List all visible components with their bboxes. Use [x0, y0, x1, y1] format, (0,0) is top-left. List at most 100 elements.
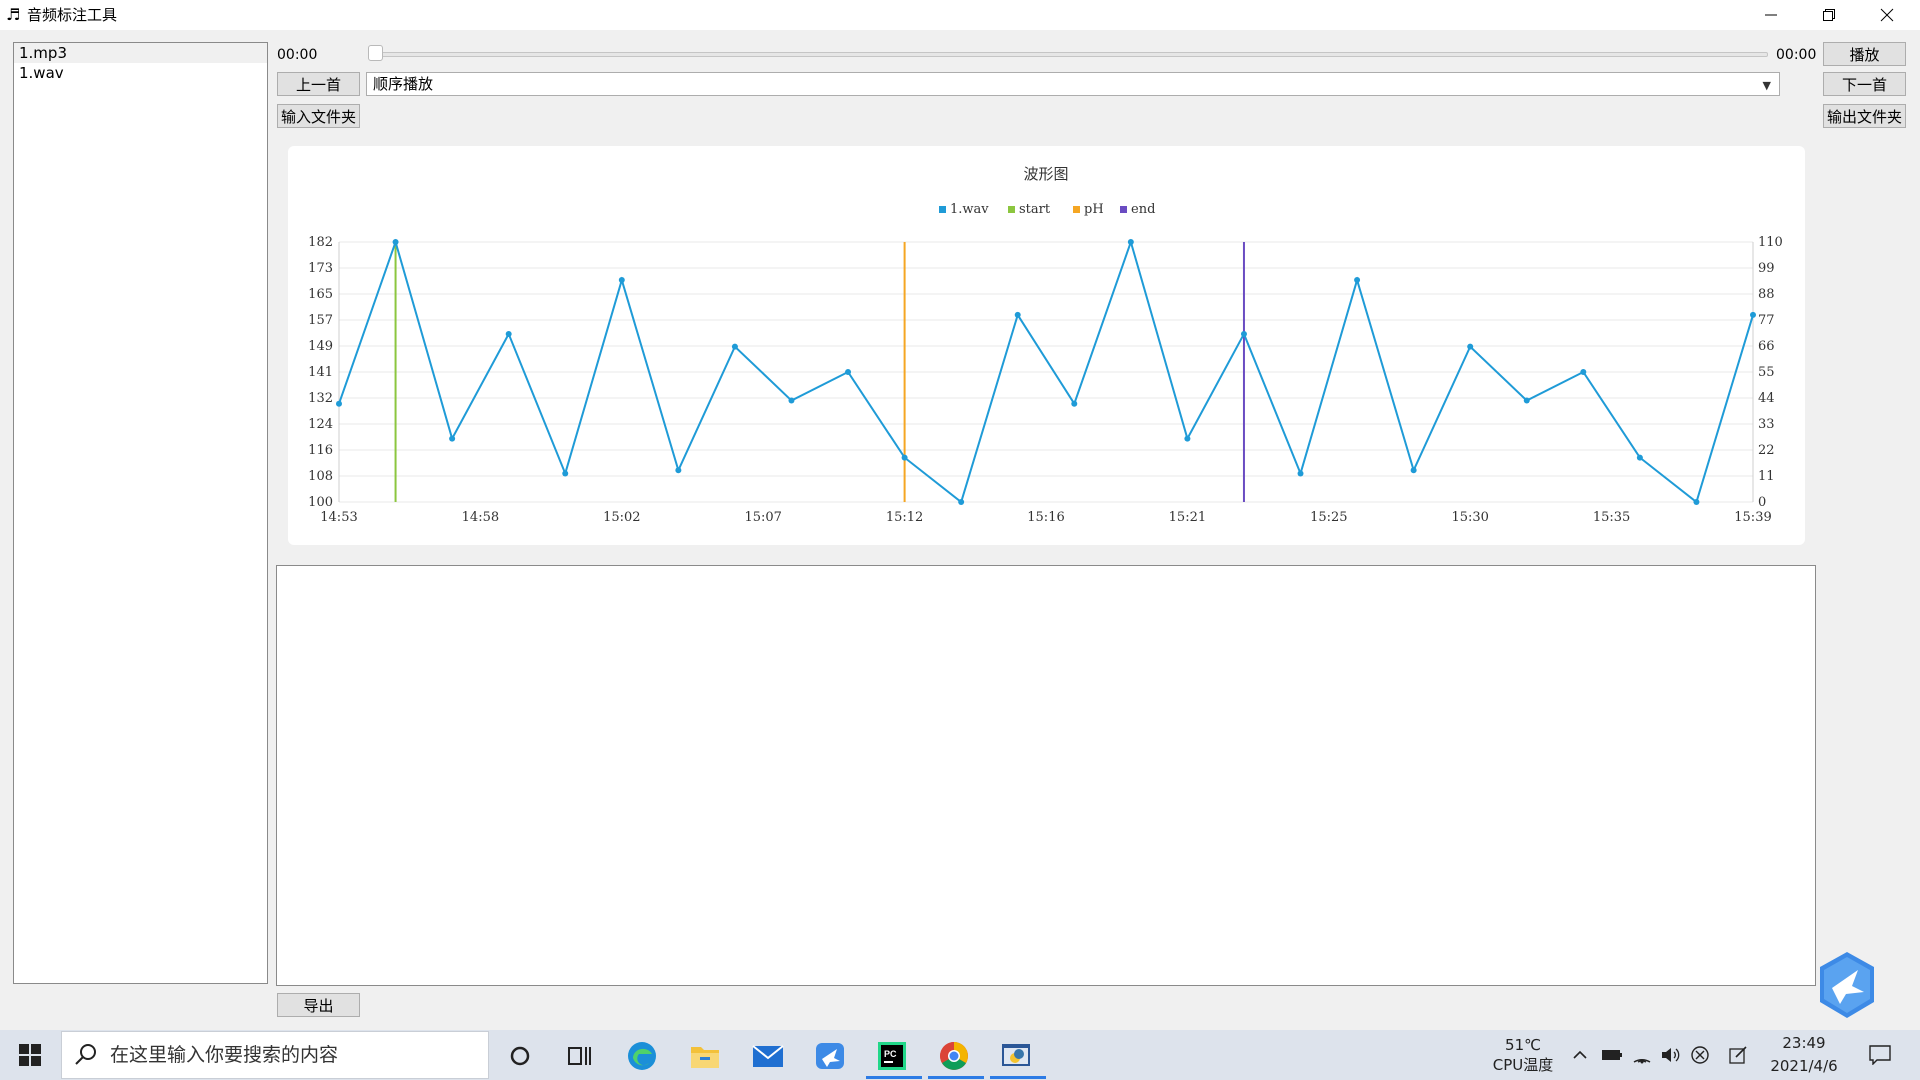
- data-point: [1297, 470, 1304, 477]
- data-point: [1127, 239, 1134, 245]
- legend-marker: [1073, 206, 1080, 213]
- data-point: [788, 397, 795, 404]
- legend-marker: [1008, 206, 1015, 213]
- input-folder-button[interactable]: 输入文件夹: [277, 104, 360, 128]
- data-point: [562, 470, 569, 477]
- y-left-tick-label: 124: [308, 417, 333, 432]
- windows-start-icon[interactable]: [19, 1044, 41, 1066]
- data-point: [505, 330, 512, 337]
- mail-icon[interactable]: [752, 1040, 784, 1072]
- chart-title: 波形图: [1023, 165, 1068, 183]
- file-explorer-icon[interactable]: [689, 1040, 721, 1072]
- play-button[interactable]: 播放: [1823, 42, 1906, 66]
- restore-button[interactable]: [1800, 0, 1858, 30]
- y-left-tick-label: 116: [308, 443, 333, 458]
- minimize-icon: [1765, 14, 1777, 16]
- y-left-tick-label: 173: [308, 261, 333, 276]
- legend-label: start: [1019, 202, 1051, 217]
- clock-time: 23:49: [1782, 1034, 1826, 1052]
- next-track-button[interactable]: 下一首: [1823, 72, 1906, 96]
- play-mode-value: 顺序播放: [373, 75, 434, 93]
- x-tick-label: 15:39: [1734, 510, 1771, 525]
- y-right-tick-label: 44: [1758, 391, 1775, 406]
- y-right-tick-label: 88: [1758, 287, 1775, 302]
- progress-slider-handle[interactable]: [368, 45, 383, 61]
- file-list-item[interactable]: 1.wav: [14, 63, 267, 83]
- feishu-bird-icon[interactable]: [814, 1040, 846, 1072]
- wifi-icon[interactable]: [1632, 1045, 1652, 1065]
- waveform-chart-svg: 波形图 1.wav start pH end 100 0 108 11 116 22 124 33 132…: [308, 165, 1783, 525]
- data-point: [1750, 311, 1756, 318]
- x-tick-label: 15:16: [1027, 510, 1064, 525]
- y-right-tick-label: 55: [1758, 365, 1775, 380]
- legend-marker: [939, 206, 946, 213]
- x-tick-label: 15:30: [1451, 510, 1488, 525]
- chevron-up-icon[interactable]: [1572, 1047, 1588, 1063]
- data-point: [675, 467, 682, 474]
- x-tick-label: 14:58: [462, 510, 499, 525]
- output-folder-button[interactable]: 输出文件夹: [1823, 104, 1906, 128]
- x-tick-label: 15:25: [1310, 510, 1347, 525]
- export-button[interactable]: 导出: [277, 993, 360, 1017]
- dropdown-arrow-icon: ▼: [1762, 79, 1771, 92]
- close-button[interactable]: [1858, 0, 1916, 30]
- music-note-icon: ♬: [6, 5, 21, 24]
- minimize-button[interactable]: [1742, 0, 1800, 30]
- pen-edit-icon[interactable]: [1728, 1045, 1748, 1065]
- file-list[interactable]: 1.mp3 1.wav: [13, 42, 268, 984]
- svg-text:PC: PC: [884, 1049, 897, 1059]
- y-left-tick-label: 182: [308, 235, 333, 250]
- data-point: [1014, 311, 1021, 318]
- data-point: [1354, 277, 1361, 284]
- data-point: [1580, 369, 1587, 375]
- data-point: [1693, 499, 1700, 505]
- data-point: [336, 400, 342, 407]
- legend-label: pH: [1084, 202, 1104, 217]
- annotation-text-area[interactable]: [276, 565, 1816, 986]
- pycharm-icon[interactable]: PC: [876, 1040, 908, 1072]
- y-right-tick-label: 22: [1758, 443, 1775, 458]
- floating-assistant-icon[interactable]: [1816, 950, 1878, 1020]
- data-point: [1240, 330, 1247, 337]
- y-left-tick-label: 100: [308, 495, 333, 510]
- file-list-item[interactable]: 1.mp3: [14, 43, 267, 63]
- x-tick-label: 15:12: [886, 510, 923, 525]
- waveform-chart: 波形图 1.wav start pH end 100 0 108 11 116 22 124 33 132…: [288, 146, 1805, 545]
- notification-icon[interactable]: [1869, 1045, 1891, 1065]
- volume-icon[interactable]: [1660, 1045, 1680, 1065]
- progress-slider[interactable]: [370, 52, 1768, 57]
- chrome-icon[interactable]: [938, 1040, 970, 1072]
- y-right-tick-label: 0: [1758, 495, 1766, 510]
- python-app-icon[interactable]: [1000, 1040, 1032, 1072]
- legend-marker: [1120, 206, 1127, 213]
- y-left-tick-label: 132: [308, 391, 333, 406]
- play-mode-select[interactable]: 顺序播放 ▼: [366, 72, 1780, 96]
- data-point: [449, 435, 456, 442]
- active-indicator: [928, 1076, 984, 1079]
- task-view-icon[interactable]: [564, 1040, 596, 1072]
- cpu-temperature: 51℃: [1505, 1036, 1541, 1054]
- data-point: [731, 343, 738, 350]
- total-time: 00:00: [1776, 47, 1817, 63]
- data-point: [845, 369, 852, 375]
- data-point: [1410, 467, 1417, 474]
- prev-track-button[interactable]: 上一首: [277, 72, 360, 96]
- window-title: 音频标注工具: [27, 6, 118, 24]
- x-tick-label: 15:02: [603, 510, 640, 525]
- edge-browser-icon[interactable]: [626, 1040, 658, 1072]
- x-tick-label: 14:53: [320, 510, 357, 525]
- y-left-tick-label: 149: [308, 339, 333, 354]
- y-left-tick-label: 108: [308, 469, 333, 484]
- cortana-icon[interactable]: [504, 1040, 536, 1072]
- y-right-tick-label: 11: [1758, 469, 1775, 484]
- data-point: [618, 277, 625, 284]
- current-time: 00:00: [277, 47, 318, 63]
- x-tick-label: 15:07: [744, 510, 781, 525]
- legend-label: 1.wav: [950, 202, 989, 217]
- data-point: [1184, 435, 1191, 442]
- circle-x-icon[interactable]: [1690, 1045, 1710, 1065]
- search-icon: [75, 1044, 96, 1065]
- y-left-tick-label: 141: [308, 365, 333, 380]
- data-point: [1636, 454, 1643, 461]
- battery-icon[interactable]: [1601, 1047, 1623, 1063]
